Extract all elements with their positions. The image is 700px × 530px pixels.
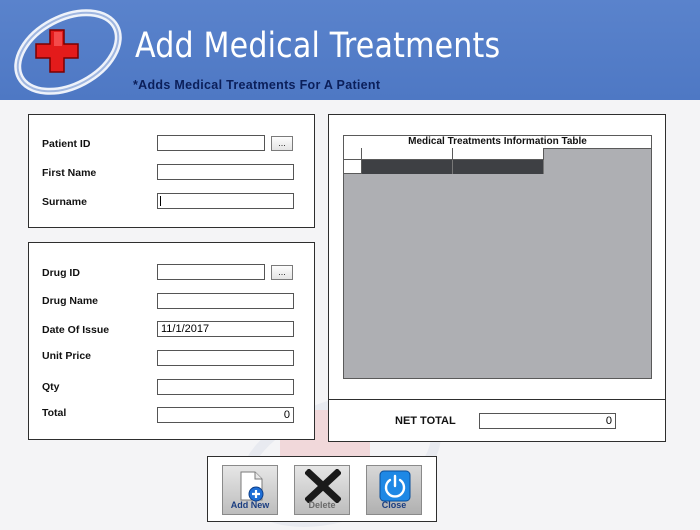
- patient-id-label: Patient ID: [42, 138, 91, 150]
- drug-details-panel: Drug ID ... Drug Name Date Of Issue Unit…: [28, 242, 315, 440]
- power-icon: [379, 470, 411, 502]
- treatments-data-grid[interactable]: Medical Treatments Information Table: [343, 135, 652, 379]
- total-input[interactable]: [157, 407, 294, 423]
- header-banner: Add Medical Treatments *Adds Medical Tre…: [0, 0, 700, 100]
- grid-row-header[interactable]: [344, 160, 362, 174]
- drug-name-input[interactable]: [157, 293, 294, 309]
- page-subtitle: *Adds Medical Treatments For A Patient: [133, 78, 381, 92]
- grid-cell[interactable]: [453, 160, 544, 174]
- delete-button[interactable]: Delete: [294, 465, 350, 515]
- grid-column-header[interactable]: [453, 148, 544, 160]
- date-of-issue-input[interactable]: [157, 321, 294, 337]
- surname-label: Surname: [42, 196, 87, 208]
- net-total-label: NET TOTAL: [395, 415, 456, 427]
- drug-name-label: Drug Name: [42, 295, 99, 307]
- net-total-input[interactable]: [479, 413, 616, 429]
- delete-x-icon: [305, 469, 341, 503]
- grid-corner-header: [344, 148, 362, 160]
- treatments-table-panel: Medical Treatments Information Table NET…: [328, 114, 666, 442]
- drug-id-label: Drug ID: [42, 267, 80, 279]
- patient-id-input[interactable]: [157, 135, 265, 151]
- delete-label: Delete: [308, 500, 336, 510]
- patient-lookup-button[interactable]: ...: [271, 136, 293, 151]
- first-name-label: First Name: [42, 167, 97, 179]
- unit-price-label: Unit Price: [42, 350, 92, 362]
- drug-lookup-button[interactable]: ...: [271, 265, 293, 280]
- grid-cell[interactable]: [362, 160, 453, 174]
- grid-column-header[interactable]: [362, 148, 453, 160]
- add-new-button[interactable]: Add New: [222, 465, 278, 515]
- medical-cross-logo-icon: [14, 9, 122, 95]
- surname-input[interactable]: [157, 193, 294, 209]
- patient-details-panel: Patient ID ... First Name Surname: [28, 114, 315, 228]
- date-of-issue-label: Date Of Issue: [42, 324, 110, 336]
- total-label: Total: [42, 407, 67, 419]
- close-button[interactable]: Close: [366, 465, 422, 515]
- action-toolbar: Add New Delete Close: [207, 456, 437, 522]
- close-label: Close: [381, 500, 407, 510]
- add-new-label: Add New: [230, 500, 270, 510]
- page-title: Add Medical Treatments: [135, 26, 501, 66]
- net-total-divider: [329, 399, 665, 400]
- add-document-icon: [240, 471, 264, 502]
- text-caret: [160, 196, 161, 206]
- qty-label: Qty: [42, 381, 60, 393]
- first-name-input[interactable]: [157, 164, 294, 180]
- drug-id-input[interactable]: [157, 264, 265, 280]
- unit-price-input[interactable]: [157, 350, 294, 366]
- qty-input[interactable]: [157, 379, 294, 395]
